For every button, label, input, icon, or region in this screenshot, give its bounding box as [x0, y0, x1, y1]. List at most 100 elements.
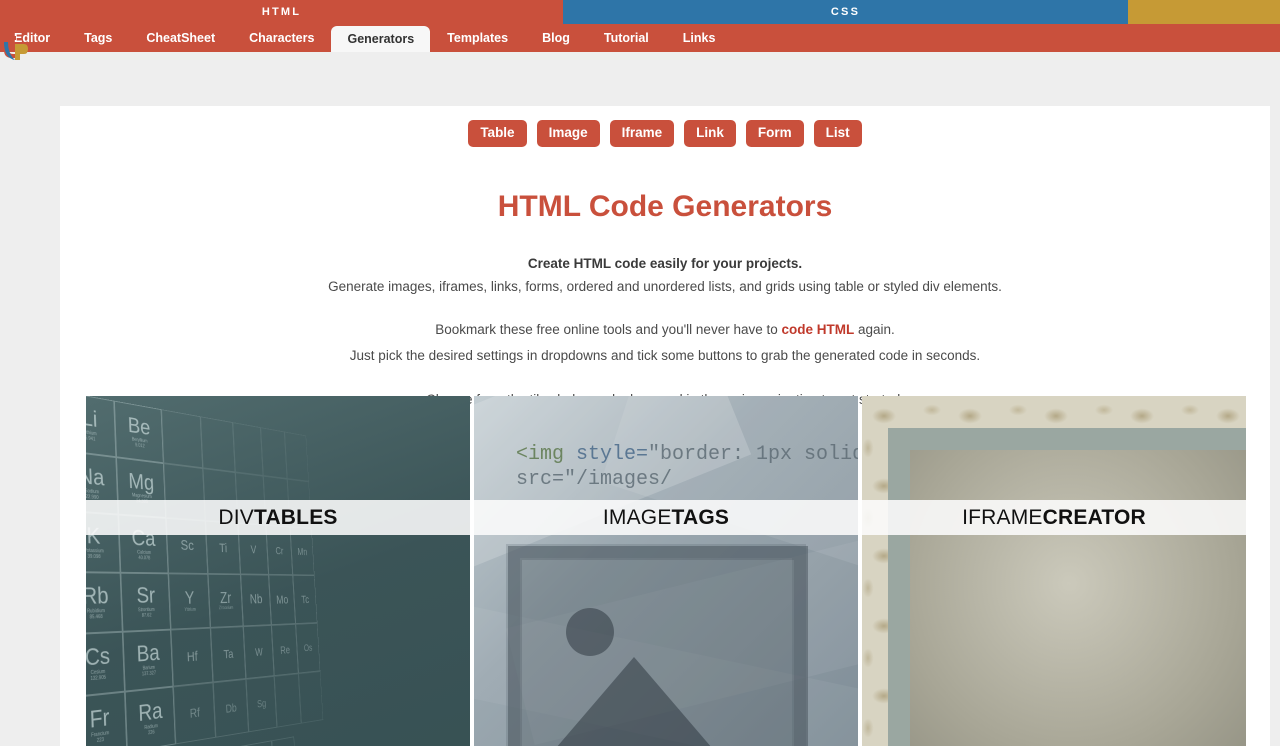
tile-caption-light: IFRAME	[962, 505, 1043, 529]
generator-button-iframe[interactable]: Iframe	[609, 120, 675, 148]
topbar-segment-css[interactable]: CSS	[563, 0, 1128, 24]
code-snippet-text: <img style="border: 1px solid blue;" src…	[516, 442, 858, 492]
image-icon-mountain	[544, 657, 724, 746]
periodic-cell: W	[243, 625, 275, 679]
periodic-cell: Rb Rubidium 85.468	[86, 572, 123, 635]
nav-item-tutorial[interactable]: Tutorial	[587, 24, 666, 52]
element-mass: 85.468	[89, 614, 103, 621]
site-logo-icon[interactable]	[2, 28, 36, 62]
periodic-cell: Y Yttrium	[168, 573, 211, 630]
image-placeholder-icon	[506, 544, 808, 746]
element-mass: 137.327	[141, 670, 157, 678]
element-symbol: W	[254, 644, 263, 659]
element-mass: 40.078	[138, 555, 151, 562]
nav-item-characters[interactable]: Characters	[232, 24, 331, 52]
periodic-cell: Ba Barium 137.327	[122, 629, 174, 692]
generator-button-form[interactable]: Form	[745, 120, 804, 148]
page-title: HTML Code Generators	[497, 190, 833, 224]
element-mass: 6.941	[86, 435, 96, 443]
page-paragraph-settings: Just pick the desired settings in dropdo…	[349, 348, 981, 364]
nav-item-cheatsheet[interactable]: CheatSheet	[129, 24, 232, 52]
element-symbol: Li	[86, 404, 98, 433]
element-symbol: Sc	[180, 538, 195, 554]
element-symbol: Sg	[256, 697, 267, 711]
element-symbol: Rb	[86, 582, 109, 610]
periodic-cell: Rf	[173, 682, 216, 745]
periodic-cell	[274, 673, 302, 728]
element-symbol: Mo	[275, 592, 289, 607]
picture-frame-canvas	[910, 450, 1246, 746]
element-symbol: Fr	[89, 703, 110, 734]
periodic-cell: Db	[213, 678, 249, 738]
periodic-cell: Ta	[210, 626, 246, 683]
periodic-table-image: Li Lithium 6.941 Be Beryllium 9.012 Na S…	[86, 396, 470, 746]
nav-item-generators[interactable]: Generators	[331, 26, 431, 52]
topbar-segment-html[interactable]: HTML	[0, 0, 563, 24]
generator-button-link[interactable]: Link	[684, 120, 736, 148]
element-symbol: Y	[184, 588, 195, 609]
periodic-cell: Re	[271, 623, 299, 676]
element-mass: 132.905	[90, 674, 107, 683]
element-symbol: Db	[225, 700, 237, 716]
topbar-segment-third[interactable]	[1128, 0, 1280, 24]
tile-caption-bold: TAGS	[671, 505, 730, 529]
code-html-link[interactable]: code HTML	[781, 322, 854, 337]
generator-button-table[interactable]: Table	[468, 120, 527, 148]
periodic-cell: Tc	[292, 575, 318, 624]
tile-image-tags[interactable]: <img style="border: 1px solid blue;" src…	[474, 396, 858, 746]
image-icon-sun	[566, 608, 614, 656]
code-value: "border: 1px solid blue;"	[648, 443, 858, 466]
page-lead: Create HTML code easily for your project…	[527, 256, 803, 272]
periodic-cell: Be Beryllium 9.012	[114, 400, 164, 464]
nav-item-links[interactable]: Links	[666, 24, 733, 52]
nav-item-templates[interactable]: Templates	[430, 24, 525, 52]
generator-button-list[interactable]: List	[813, 120, 862, 148]
nav-item-blog[interactable]: Blog	[525, 24, 587, 52]
tile-caption-light: DIV	[218, 505, 254, 529]
periodic-table-grid: Li Lithium 6.941 Be Beryllium 9.012 Na S…	[86, 396, 380, 746]
tile-caption-light: IMAGE	[602, 505, 672, 529]
periodic-cell: Os	[295, 622, 321, 674]
element-symbol: V	[250, 542, 257, 556]
element-mass: 223	[96, 736, 105, 745]
element-symbol: Ra	[137, 697, 163, 727]
periodic-cell: Li Lithium 6.941	[86, 396, 117, 458]
page-subtitle: Generate images, iframes, links, forms, …	[328, 279, 1002, 295]
periodic-cell: Sg	[245, 675, 278, 733]
element-symbol: Mg	[127, 468, 155, 496]
tile-caption-bold: CREATOR	[1042, 505, 1146, 529]
element-symbol: Re	[279, 643, 291, 656]
code-attr: style=	[564, 443, 649, 466]
periodic-cell: Mo	[268, 574, 296, 626]
periodic-cell	[232, 422, 264, 476]
nav-item-tags[interactable]: Tags	[67, 24, 129, 52]
html-code-image: <img style="border: 1px solid blue;" src…	[474, 396, 858, 746]
tile-iframe-creator[interactable]: IFRAME CREATOR	[862, 396, 1246, 746]
main-navigation: Editor Tags CheatSheet Characters Genera…	[0, 24, 1280, 52]
periodic-cell	[271, 736, 297, 746]
page-paragraph-bookmark: Bookmark these free online tools and you…	[60, 319, 1270, 340]
periodic-cell: Hf	[170, 627, 214, 687]
element-symbol: Rf	[189, 704, 201, 721]
periodic-cell: Ra Radium 226	[124, 686, 176, 746]
periodic-cell	[161, 409, 203, 469]
paragraph-text-after: again.	[854, 322, 895, 338]
tile-div-tables[interactable]: Li Lithium 6.941 Be Beryllium 9.012 Na S…	[86, 396, 470, 746]
generator-button-image[interactable]: Image	[536, 120, 600, 148]
element-symbol: Nb	[249, 592, 263, 607]
element-symbol: Mn	[297, 545, 308, 558]
page-container: Table Image Iframe Link Form List HTML C…	[60, 106, 1270, 746]
periodic-cell: Fr Francium 223	[86, 691, 128, 746]
element-mass: 9.012	[134, 442, 145, 450]
element-symbol: Zr	[219, 589, 232, 607]
element-symbol: Sr	[136, 582, 156, 609]
periodic-cell: Zr Zirconium	[207, 573, 244, 628]
element-symbol: Ti	[218, 540, 228, 556]
element-symbol: Cr	[275, 544, 284, 557]
tile-grid: Li Lithium 6.941 Be Beryllium 9.012 Na S…	[86, 396, 1246, 746]
code-line-1: <img style="border: 1px solid blue;"	[516, 442, 858, 467]
periodic-cell	[200, 416, 236, 473]
generator-button-row: Table Image Iframe Link Form List	[60, 106, 1270, 148]
element-name: Yttrium	[184, 606, 196, 613]
periodic-cell: Pm	[246, 740, 275, 746]
